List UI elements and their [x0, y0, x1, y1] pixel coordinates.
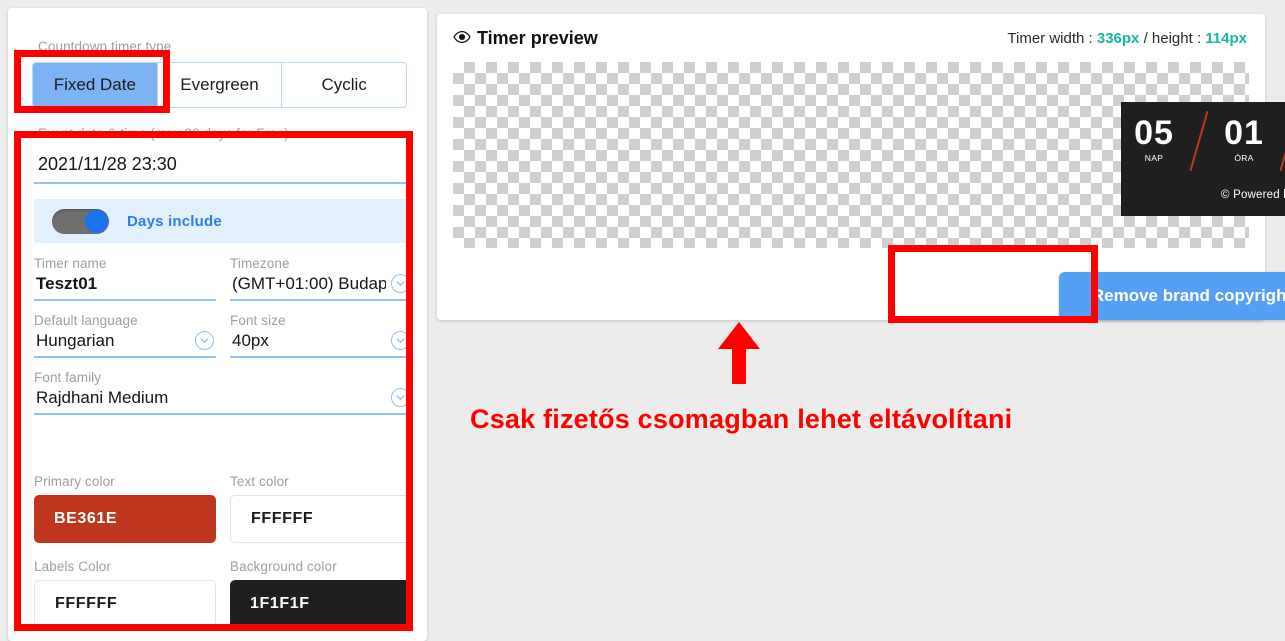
- timer-name-underline: [34, 299, 216, 301]
- primary-color-field[interactable]: Primary color BE361E: [34, 474, 216, 543]
- background-color-field[interactable]: Background color 1F1F1F: [230, 559, 412, 628]
- timezone-label: Timezone: [230, 256, 290, 271]
- timer-unit-days: 05 NAP: [1121, 114, 1187, 163]
- dims-mid: / height :: [1139, 30, 1206, 47]
- days-include-row[interactable]: Days include: [34, 199, 409, 243]
- preview-header: Timer preview Timer width : 336px / heig…: [453, 28, 1247, 49]
- dims-width-value: 336px: [1096, 30, 1140, 47]
- row-language-fontsize: Default language Hungarian Font size 40p…: [34, 313, 412, 358]
- timezone-underline: [230, 299, 412, 301]
- labels-color-swatch[interactable]: FFFFFF: [34, 580, 216, 628]
- chevron-down-icon[interactable]: [391, 388, 410, 407]
- background-color-label: Background color: [230, 559, 337, 574]
- font-size-field[interactable]: Font size 40px: [230, 313, 412, 358]
- tab-cyclic[interactable]: Cyclic: [282, 63, 406, 107]
- countdown-timer-type-label: Countdown timer type: [38, 39, 172, 54]
- font-family-field[interactable]: Font family Rajdhani Medium: [34, 370, 412, 415]
- timer-name-label: Timer name: [34, 256, 107, 271]
- text-color-field[interactable]: Text color FFFFFF: [230, 474, 412, 543]
- timer-days-label: NAP: [1144, 153, 1164, 163]
- timer-hours-label: ÓRA: [1234, 153, 1254, 163]
- font-family-value: Rajdhani Medium: [36, 388, 169, 407]
- timer-dimensions: Timer width : 336px / height : 114px: [1007, 30, 1247, 47]
- timer-separator-icon: [1187, 110, 1211, 176]
- toggle-knob: [85, 209, 108, 233]
- font-family-label: Font family: [34, 370, 102, 385]
- event-date-underline: [34, 182, 409, 184]
- default-language-label: Default language: [34, 313, 138, 328]
- font-family-underline: [34, 413, 412, 415]
- preview-title-text: Timer preview: [477, 28, 598, 48]
- tab-evergreen[interactable]: Evergreen: [157, 63, 283, 107]
- default-language-field[interactable]: Default language Hungarian: [34, 313, 216, 358]
- preview-actions: Remove brand copyright Save: [1059, 272, 1285, 320]
- timer-settings-panel: Countdown timer type Fixed Date Evergree…: [8, 8, 427, 641]
- default-language-value: Hungarian: [36, 331, 115, 350]
- event-date-label: Event date & time (max 30 days for Free): [38, 126, 289, 141]
- row-name-timezone: Timer name Teszt01 Timezone (GMT+01:00) …: [34, 256, 412, 301]
- days-include-toggle[interactable]: [52, 208, 109, 234]
- dims-height-value: 114px: [1205, 30, 1247, 47]
- powered-by-text: © Powered by MailTimers: [1221, 189, 1285, 201]
- tab-cyclic-label: Cyclic: [321, 75, 367, 94]
- default-language-underline: [34, 356, 216, 358]
- event-date-input[interactable]: 2021/11/28 23:30: [34, 148, 409, 184]
- app-page: Countdown timer type Fixed Date Evergree…: [0, 0, 1285, 641]
- chevron-down-icon[interactable]: [195, 331, 214, 350]
- text-color-label: Text color: [230, 474, 289, 489]
- remove-brand-copyright-button[interactable]: Remove brand copyright: [1059, 272, 1285, 320]
- color-settings: Primary color BE361E Text color FFFFFF L…: [34, 474, 412, 640]
- timer-name-field[interactable]: Timer name Teszt01: [34, 256, 216, 301]
- labels-color-value: FFFFFF: [55, 595, 118, 612]
- tab-evergreen-label: Evergreen: [180, 75, 259, 94]
- timer-days-value: 05: [1134, 114, 1174, 152]
- timer-units: 05 NAP 01 ÓRA 14 PERC 02 MÁSODPERC: [1121, 110, 1285, 176]
- background-color-value: 1F1F1F: [250, 595, 310, 612]
- primary-color-label: Primary color: [34, 474, 115, 489]
- annotation-note-text: Csak fizetős csomagban lehet eltávolítan…: [470, 404, 1013, 434]
- font-size-label: Font size: [230, 313, 286, 328]
- timer-hours-value: 01: [1224, 114, 1264, 152]
- text-color-value: FFFFFF: [251, 510, 314, 527]
- tab-fixed-date[interactable]: Fixed Date: [33, 63, 158, 107]
- timer-name-value: Teszt01: [36, 274, 98, 293]
- row-primary-text-color: Primary color BE361E Text color FFFFFF: [34, 474, 412, 543]
- row-labels-background-color: Labels Color FFFFFF Background color 1F1…: [34, 559, 412, 628]
- days-include-label: Days include: [127, 212, 222, 230]
- annotation-arrow-up-icon: [718, 322, 760, 384]
- timer-separator-icon: [1277, 110, 1285, 176]
- timer-preview-panel: Timer preview Timer width : 336px / heig…: [437, 14, 1285, 320]
- settings-fields: Timer name Teszt01 Timezone (GMT+01:00) …: [34, 256, 412, 427]
- timer-type-tabs[interactable]: Fixed Date Evergreen Cyclic: [32, 62, 407, 108]
- timezone-value: (GMT+01:00) Budap: [232, 274, 386, 293]
- primary-color-value: BE361E: [54, 510, 118, 527]
- timer-unit-hours: 01 ÓRA: [1211, 114, 1277, 163]
- background-color-swatch[interactable]: 1F1F1F: [230, 580, 412, 628]
- labels-color-label: Labels Color: [34, 559, 111, 574]
- countdown-timer-preview: 05 NAP 01 ÓRA 14 PERC 02 MÁSODPERC: [1121, 102, 1285, 216]
- timezone-field[interactable]: Timezone (GMT+01:00) Budap: [230, 256, 412, 301]
- chevron-down-icon[interactable]: [391, 331, 410, 350]
- chevron-down-icon[interactable]: [391, 274, 410, 293]
- dims-width-prefix: Timer width :: [1007, 30, 1097, 47]
- font-size-underline: [230, 356, 412, 358]
- text-color-swatch[interactable]: FFFFFF: [230, 495, 412, 543]
- eye-icon: [453, 28, 471, 49]
- primary-color-swatch[interactable]: BE361E: [34, 495, 216, 543]
- tab-fixed-date-label: Fixed Date: [53, 75, 136, 94]
- labels-color-field[interactable]: Labels Color FFFFFF: [34, 559, 216, 628]
- event-date-value: 2021/11/28 23:30: [38, 154, 177, 174]
- preview-title: Timer preview: [453, 28, 598, 49]
- font-size-value: 40px: [232, 331, 269, 350]
